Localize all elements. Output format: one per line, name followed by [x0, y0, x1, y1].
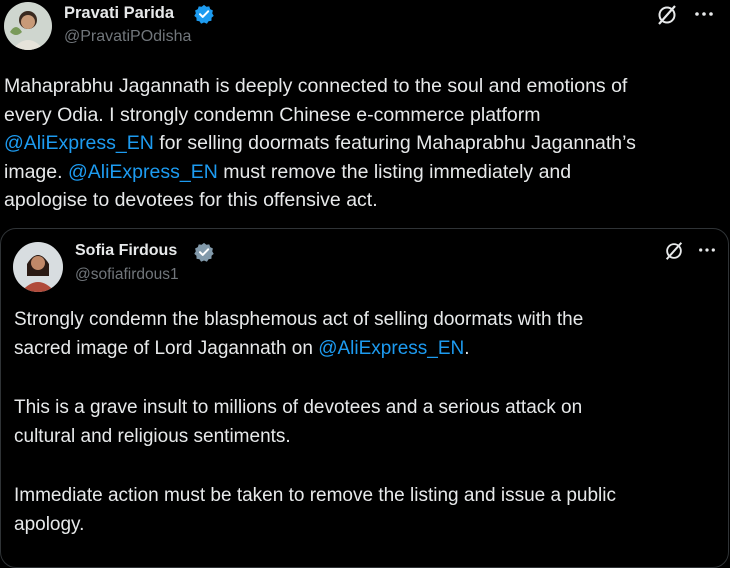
- tweet-line: @AliExpress_EN for selling doormats feat…: [4, 129, 636, 158]
- tweet-text-segment: must remove the listing immediately and: [217, 160, 572, 183]
- grok-icon[interactable]: [663, 240, 685, 262]
- tweet-line: Mahaprabhu Jagannath is deeply connected…: [4, 72, 636, 101]
- quoted-paragraph: Immediate action must be taken to remove…: [14, 482, 616, 539]
- tweet-text-segment: sacred image of Lord Jagannath on: [14, 337, 319, 359]
- quoted-paragraph: Strongly condemn the blasphemous act of …: [14, 306, 616, 363]
- more-icon[interactable]: [698, 247, 716, 253]
- tweet-text-segment: every Odia. I strongly condemn Chinese e…: [4, 103, 541, 126]
- quoted-author-name[interactable]: Sofia Firdous: [75, 242, 177, 260]
- tweet-text-segment: apologise to devotees for this offensive…: [4, 189, 378, 211]
- mention-link[interactable]: @AliExpress_EN: [68, 161, 218, 183]
- author-handle[interactable]: @PravatiPOdisha: [64, 28, 191, 46]
- tweet-line: image. @AliExpress_EN must remove the li…: [4, 158, 636, 187]
- verified-badge-icon[interactable]: [194, 242, 214, 262]
- tweet-text: Mahaprabhu Jagannath is deeply connected…: [4, 72, 636, 215]
- tweet-line: This is a grave insult to millions of de…: [14, 397, 583, 418]
- tweet-text-segment: Mahaprabhu Jagannath is deeply connected…: [4, 75, 628, 97]
- quoted-author-handle[interactable]: @sofiafirdous1: [75, 266, 179, 284]
- avatar-image: [13, 242, 63, 292]
- tweet-line: apology.: [14, 513, 85, 535]
- tweet-line: cultural and religious sentiments.: [14, 425, 291, 447]
- grok-icon[interactable]: [655, 4, 679, 26]
- tweet-text-segment: .: [464, 337, 470, 359]
- mention-link[interactable]: @AliExpress_EN: [4, 132, 154, 154]
- more-icon[interactable]: [694, 11, 714, 17]
- tweet-line: Strongly condemn the blasphemous act of …: [14, 309, 584, 330]
- tweet-line: every Odia. I strongly condemn Chinese e…: [4, 101, 636, 130]
- tweet-line: sacred image of Lord Jagannath on @AliEx…: [14, 335, 616, 364]
- author-name[interactable]: Pravati Parida: [64, 4, 174, 23]
- quoted-paragraph: This is a grave insult to millions of de…: [14, 394, 616, 451]
- author-avatar[interactable]: [4, 2, 52, 50]
- tweet-line: Immediate action must be taken to remove…: [14, 485, 616, 506]
- quoted-author-avatar[interactable]: [13, 242, 63, 292]
- verified-badge-icon[interactable]: [194, 4, 214, 24]
- avatar-image: [4, 2, 52, 50]
- quoted-tweet-text: Strongly condemn the blasphemous act of …: [14, 306, 616, 539]
- mention-link[interactable]: @AliExpress_EN: [318, 338, 464, 359]
- tweet-text-segment: image.: [4, 160, 68, 183]
- tweet-line: apologise to devotees for this offensive…: [4, 186, 636, 215]
- tweet-text-segment: for selling doormats featuring Mahaprabh…: [153, 132, 636, 154]
